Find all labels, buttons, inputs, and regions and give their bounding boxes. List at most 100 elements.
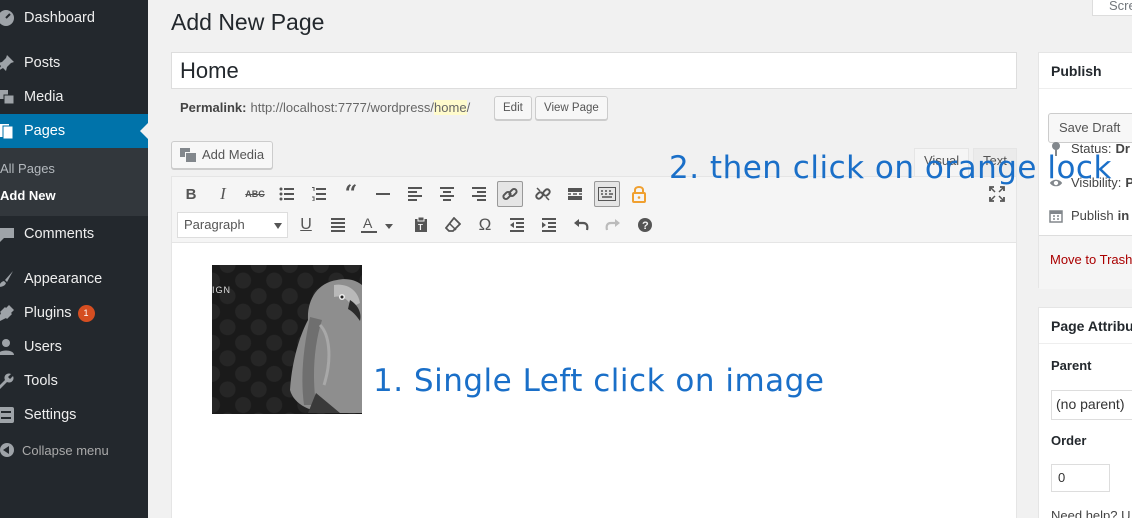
sidebar-item-label: Plugins	[24, 305, 72, 321]
permalink-slug[interactable]: home	[434, 100, 467, 115]
format-dropdown[interactable]: Paragraph	[177, 212, 288, 238]
publish-row: Publish in	[1049, 208, 1129, 223]
sidebar-item-label: Dashboard	[24, 10, 95, 26]
help-icon[interactable]: ?	[632, 212, 658, 238]
sidebar-item-label: Appearance	[24, 271, 103, 287]
page-attributes-title: Page Attribu	[1039, 308, 1132, 344]
text-color-button[interactable]: A	[357, 212, 397, 238]
wrench-icon	[0, 371, 16, 391]
sidebar-item-tools[interactable]: Tools	[0, 364, 148, 398]
media-icon	[0, 87, 16, 107]
justify-button[interactable]	[325, 212, 351, 238]
blockquote-button[interactable]: “	[338, 181, 364, 207]
sidebar-item-pages[interactable]: Pages	[0, 114, 148, 148]
publish-value: in	[1117, 208, 1130, 223]
admin-sidebar: Dashboard Posts Media Pages All Pages Ad…	[0, 0, 148, 518]
view-page-button[interactable]: View Page	[535, 96, 608, 120]
post-title-input[interactable]: Home	[171, 52, 1017, 89]
sidebar-item-posts[interactable]: Posts	[0, 46, 148, 80]
lock-icon[interactable]	[626, 181, 652, 207]
align-center-button[interactable]	[434, 181, 460, 207]
permalink-row: Permalink: http://localhost:7777/wordpre…	[180, 100, 470, 115]
annotation-step-2: 2. then click on orange lock	[669, 150, 1112, 186]
status-value: Dr	[1115, 141, 1130, 156]
need-help-text: Need help? U	[1051, 508, 1131, 518]
users-icon	[0, 337, 16, 357]
publish-label: Publish	[1071, 208, 1114, 223]
collapse-menu-button[interactable]: Collapse menu	[0, 440, 148, 460]
annotation-step-1: 1. Single Left click on image	[373, 363, 825, 399]
content-editor[interactable]: B I ABC “ Paragraph U A T Ω ? IGN	[171, 176, 1017, 518]
parent-dropdown[interactable]: (no parent)	[1051, 390, 1132, 420]
submenu-add-new[interactable]: Add New	[0, 188, 56, 203]
permalink-label: Permalink:	[180, 100, 247, 115]
plugin-update-badge: 1	[77, 304, 95, 322]
page-attributes-box: Page Attribu Parent (no parent) Order 0 …	[1038, 307, 1132, 518]
align-left-button[interactable]	[402, 181, 428, 207]
image-partial-text: IGN	[212, 285, 232, 295]
sidebar-item-appearance[interactable]: Appearance	[0, 262, 148, 296]
sidebar-item-label: Media	[24, 89, 64, 105]
undo-icon[interactable]	[568, 212, 594, 238]
add-media-label: Add Media	[202, 147, 265, 162]
outdent-button[interactable]	[504, 212, 530, 238]
visibility-value: P	[1125, 175, 1132, 190]
pages-submenu: All Pages Add New	[0, 148, 148, 216]
sidebar-item-users[interactable]: Users	[0, 330, 148, 364]
sidebar-item-label: Users	[24, 339, 62, 355]
sidebar-item-comments[interactable]: Comments	[0, 217, 148, 251]
bullet-list-button[interactable]	[274, 181, 300, 207]
brush-icon	[0, 269, 16, 289]
add-media-button[interactable]: Add Media	[171, 141, 274, 169]
sidebar-item-dashboard[interactable]: Dashboard	[0, 1, 148, 35]
bold-button[interactable]: B	[178, 181, 204, 207]
sidebar-item-label: Pages	[24, 123, 66, 139]
toolbar-toggle-button[interactable]	[594, 181, 620, 207]
sidebar-item-media[interactable]: Media	[0, 80, 148, 114]
strikethrough-button[interactable]: ABC	[242, 181, 268, 207]
media-icon	[180, 148, 197, 163]
edit-permalink-button[interactable]: Edit	[494, 96, 532, 120]
submenu-all-pages[interactable]: All Pages	[0, 161, 55, 176]
settings-icon	[0, 405, 16, 425]
special-character-button[interactable]: Ω	[472, 212, 498, 238]
insert-link-button[interactable]	[497, 181, 523, 207]
publish-box-title: Publish	[1039, 53, 1132, 89]
svg-text:A: A	[363, 216, 373, 231]
screen-options-button[interactable]: Scre	[1092, 0, 1132, 16]
collapse-menu-label: Collapse menu	[22, 442, 109, 458]
parrot-image[interactable]: IGN	[212, 265, 362, 414]
read-more-button[interactable]	[562, 181, 588, 207]
italic-button[interactable]: I	[210, 181, 236, 207]
page-title: Add New Page	[171, 9, 325, 35]
horizontal-line-button[interactable]	[370, 181, 396, 207]
comments-icon	[0, 224, 16, 244]
underline-button[interactable]: U	[293, 212, 319, 238]
plugin-icon	[0, 303, 16, 323]
calendar-icon	[1049, 209, 1063, 223]
sidebar-item-label: Comments	[24, 226, 95, 242]
sidebar-item-settings[interactable]: Settings	[0, 398, 148, 432]
unlink-button[interactable]	[530, 181, 556, 207]
svg-text:?: ?	[642, 220, 649, 232]
editor-toolbar: B I ABC “ Paragraph U A T Ω ?	[172, 177, 1016, 243]
pages-icon	[0, 121, 16, 141]
pin-icon	[0, 53, 16, 73]
clear-formatting-button[interactable]	[440, 212, 466, 238]
permalink-end: /	[466, 100, 471, 115]
dashboard-icon	[0, 8, 16, 28]
paste-text-button[interactable]: T	[408, 212, 434, 238]
move-to-trash-link[interactable]: Move to Trash	[1050, 252, 1132, 267]
redo-icon[interactable]	[600, 212, 626, 238]
sidebar-item-label: Settings	[24, 407, 77, 423]
collapse-arrow-icon	[0, 443, 14, 457]
indent-button[interactable]	[536, 212, 562, 238]
sidebar-item-plugins[interactable]: Plugins 1	[0, 296, 148, 330]
svg-text:T: T	[418, 223, 423, 232]
numbered-list-button[interactable]	[306, 181, 332, 207]
align-right-button[interactable]	[466, 181, 492, 207]
permalink-base[interactable]: http://localhost:7777/wordpress/	[250, 100, 434, 115]
order-input[interactable]: 0	[1051, 464, 1110, 492]
save-draft-button[interactable]: Save Draft	[1048, 113, 1132, 143]
sidebar-item-label: Posts	[24, 55, 61, 71]
